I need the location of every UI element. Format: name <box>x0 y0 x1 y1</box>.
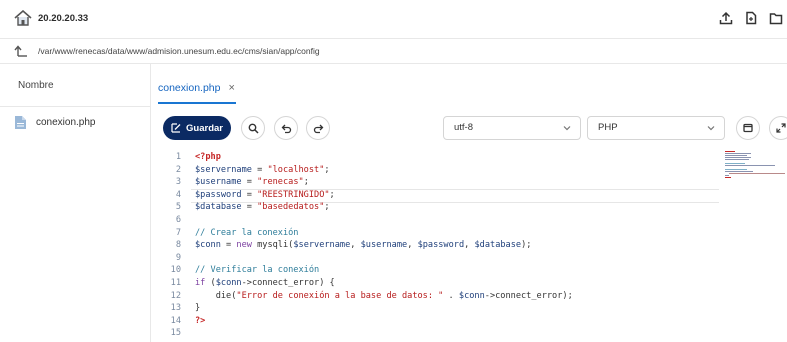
search-button[interactable] <box>241 116 265 140</box>
code-line[interactable]: 8 $conn = new mysqli($servername, $userna… <box>151 240 721 253</box>
tab-label: conexion.php <box>158 82 221 94</box>
edit-icon <box>171 123 181 133</box>
line-number: 3 <box>175 177 181 188</box>
code-editor[interactable]: 1 <?php 2 $servername = "localhost"; 3 $usern… <box>151 148 787 342</box>
line-number: 5 <box>175 202 181 213</box>
code-line[interactable]: 6 <box>151 215 721 228</box>
undo-icon <box>281 124 291 133</box>
line-number: 11 <box>170 278 181 288</box>
chevron-down-icon <box>707 126 715 131</box>
expand-icon <box>776 123 786 133</box>
code-text: ?> <box>195 315 206 326</box>
code-line[interactable]: 10 // Verificar la conexión <box>151 265 721 278</box>
window-icon <box>743 123 753 133</box>
divider <box>0 106 150 107</box>
column-header-name[interactable]: Nombre <box>18 80 54 91</box>
undo-button[interactable] <box>274 116 298 140</box>
code-line[interactable]: 5 $database = "basededatos"; <box>151 202 721 215</box>
code-text: // Verificar la conexión <box>195 265 320 276</box>
search-icon <box>248 123 259 134</box>
minimap[interactable] <box>723 148 787 208</box>
save-label: Guardar <box>186 122 223 134</box>
line-number: 14 <box>170 315 181 326</box>
code-line[interactable]: 13} <box>151 303 721 316</box>
code-line[interactable]: 15 <box>151 328 721 341</box>
redo-button[interactable] <box>306 116 330 140</box>
path-bar: /var/www/renecas/data/www/admision.unesu… <box>0 39 787 64</box>
level-up-icon[interactable] <box>14 44 28 58</box>
code-line[interactable]: 14 ?> <box>151 316 721 329</box>
line-number: 4 <box>175 189 181 200</box>
line-number: 6 <box>175 215 181 225</box>
code-text: $password = "REESTRINGIDO"; <box>195 189 335 200</box>
code-text: $username = "renecas"; <box>195 177 309 188</box>
line-number: 10 <box>170 265 181 276</box>
upload-icon[interactable] <box>716 8 736 28</box>
language-value: PHP <box>598 122 618 133</box>
file-name: conexion.php <box>36 117 96 128</box>
active-tab-indicator <box>158 102 236 104</box>
current-path: /var/www/renecas/data/www/admision.unesu… <box>38 46 320 56</box>
file-item[interactable]: conexion.php <box>14 114 144 134</box>
line-number: 12 <box>170 290 181 301</box>
fullscreen-button[interactable] <box>769 116 787 140</box>
code-line[interactable]: 4 $password = "REESTRINGIDO"; <box>151 190 721 203</box>
window-button[interactable] <box>736 116 760 140</box>
new-file-icon[interactable] <box>741 8 761 28</box>
encoding-value: utf-8 <box>454 122 474 133</box>
editor-toolbar: Guardar utf-8 PHP <box>151 112 787 144</box>
file-sidebar: Nombre conexion.php <box>0 64 151 342</box>
file-icon <box>15 116 26 129</box>
redo-icon <box>313 124 323 133</box>
new-folder-icon[interactable] <box>766 8 786 28</box>
tab-conexion-php[interactable]: conexion.php × <box>158 78 236 104</box>
top-bar: 20.20.20.33 <box>0 0 787 39</box>
save-button[interactable]: Guardar <box>163 116 231 140</box>
line-number: 8 <box>175 240 181 251</box>
line-number: 15 <box>170 328 181 339</box>
code-text: die("Error de conexión a la base de dato… <box>195 290 573 301</box>
line-number: 7 <box>175 227 181 238</box>
code-line[interactable]: 3 $username = "renecas"; <box>151 177 721 190</box>
encoding-select[interactable]: utf-8 <box>443 116 581 140</box>
close-icon[interactable]: × <box>228 82 234 94</box>
line-number: 9 <box>175 252 181 263</box>
code-line[interactable]: 2 $servername = "localhost"; <box>151 165 721 178</box>
code-line[interactable]: 7 // Crear la conexión <box>151 228 721 241</box>
code-text: <?php <box>195 152 221 162</box>
code-text: // Crear la conexión <box>195 227 299 238</box>
code-line[interactable]: 1 <?php <box>151 152 721 165</box>
code-text: if ($conn->connect_error) { <box>195 278 335 288</box>
line-number: 13 <box>170 303 181 314</box>
language-select[interactable]: PHP <box>587 116 725 140</box>
tab-bar: conexion.php × <box>151 64 787 104</box>
code-text: $conn = new mysqli($servername, $usernam… <box>195 240 532 251</box>
code-text: $database = "basededatos"; <box>195 202 330 213</box>
line-number: 2 <box>175 164 181 175</box>
code-text: $servername = "localhost"; <box>195 164 330 175</box>
code-line[interactable]: 9 <box>151 253 721 266</box>
code-line[interactable]: 12 die("Error de conexión a la base de d… <box>151 291 721 304</box>
code-line[interactable]: 11 if ($conn->connect_error) { <box>151 278 721 291</box>
host-address: 20.20.20.33 <box>38 13 89 24</box>
code-text: } <box>195 303 201 314</box>
chevron-down-icon <box>563 126 571 131</box>
home-icon[interactable] <box>14 10 32 26</box>
line-number: 1 <box>175 152 181 162</box>
